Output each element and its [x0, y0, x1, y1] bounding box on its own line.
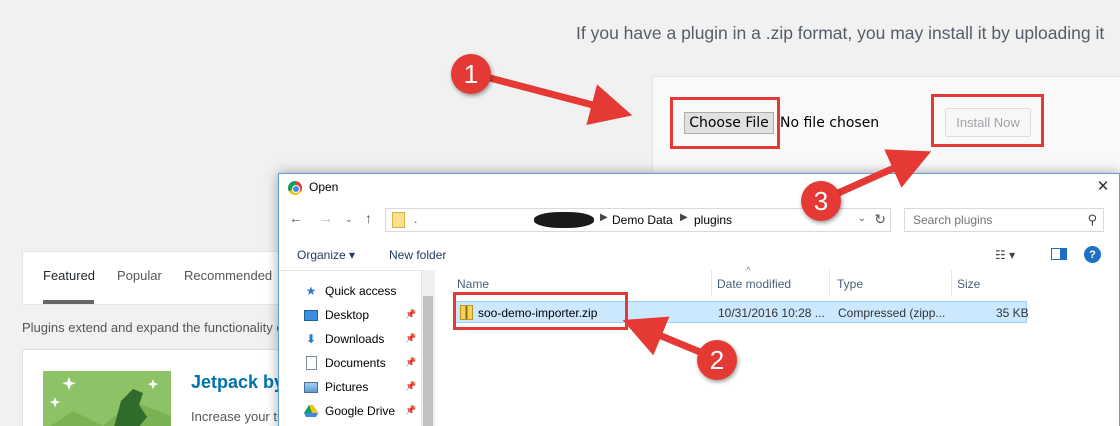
column-divider[interactable]	[711, 270, 712, 296]
refresh-icon[interactable]: ↻	[874, 211, 886, 228]
file-status: No file chosen	[780, 115, 880, 131]
active-tab-indicator	[43, 300, 94, 304]
navigation-pane: ★ Quick access Desktop ⬇ Downloads Docum…	[279, 270, 431, 426]
sidebar-item-desktop[interactable]: Desktop	[303, 305, 369, 325]
sidebar-item-label: Google Drive	[325, 404, 396, 418]
column-size[interactable]: Size	[957, 277, 980, 291]
search-input[interactable]	[905, 209, 1083, 231]
chevron-down-icon[interactable]: ⌄	[858, 213, 866, 224]
pictures-icon	[303, 380, 319, 394]
dialog-title: Open	[309, 180, 339, 194]
up-arrow-icon[interactable]: ↑	[365, 210, 372, 226]
star-icon: ★	[305, 284, 317, 298]
sidebar-item-pictures[interactable]: Pictures	[303, 377, 368, 397]
chevron-right-icon: ▶	[680, 212, 688, 223]
sidebar-item-label: Quick access	[325, 284, 397, 298]
search-icon[interactable]: ⚲	[1087, 212, 1097, 228]
open-file-dialog: Open ✕ ← → ⌄ ↑ . ▶ Demo Data ▶ plugins ⌄…	[278, 173, 1120, 426]
annotation-step-3: 3	[801, 181, 841, 221]
sidebar-item-downloads[interactable]: ⬇ Downloads	[303, 329, 384, 349]
sidebar-item-quick-access[interactable]: ★ Quick access	[303, 281, 397, 301]
annotation-box-zip-file	[453, 292, 628, 330]
annotation-box-install-now	[931, 94, 1044, 147]
file-type: Compressed (zipp...	[838, 306, 946, 320]
upload-instructions: If you have a plugin in a .zip format, y…	[576, 23, 1105, 43]
plugin-title-link[interactable]: Jetpack by	[191, 372, 284, 393]
address-path: .	[414, 212, 418, 226]
sidebar-item-documents[interactable]: Documents	[303, 353, 386, 373]
search-box[interactable]: ⚲	[904, 208, 1104, 232]
sidebar-item-google-drive[interactable]: Google Drive	[303, 401, 395, 421]
navigation-bar: ← → ⌄ ↑ . ▶ Demo Data ▶ plugins ⌄ ↻ ⚲	[279, 206, 1119, 234]
column-name[interactable]: Name	[457, 277, 489, 291]
sidebar-item-label: Downloads	[325, 332, 385, 346]
folder-icon	[392, 212, 405, 228]
dialog-titlebar: Open ✕	[279, 174, 1119, 202]
arrow-1	[489, 74, 633, 125]
organize-button[interactable]: Organize ▾	[297, 248, 355, 262]
preview-pane-icon[interactable]	[1051, 248, 1067, 260]
annotation-step-2: 2	[697, 340, 737, 380]
plugin-description: Increase your tr	[191, 409, 282, 424]
sidebar-item-label: Pictures	[325, 380, 369, 394]
tab-recommended[interactable]: Recommended	[184, 268, 272, 283]
breadcrumb-demo-data[interactable]: Demo Data	[612, 213, 673, 227]
column-type[interactable]: Type	[837, 277, 863, 291]
new-folder-button[interactable]: New folder	[389, 248, 446, 262]
nav-scrollbar-thumb[interactable]	[423, 296, 433, 426]
file-date: 10/31/2016 10:28 ...	[718, 306, 825, 320]
help-icon[interactable]: ?	[1084, 246, 1101, 263]
breadcrumb-plugins[interactable]: plugins	[694, 213, 732, 227]
tab-popular[interactable]: Popular	[117, 268, 162, 283]
close-icon[interactable]: ✕	[1093, 177, 1113, 195]
chrome-icon	[288, 181, 302, 195]
file-size: 35 KB	[996, 306, 1029, 320]
jetpack-thumbnail[interactable]	[43, 371, 171, 426]
column-divider[interactable]	[829, 270, 830, 296]
recent-chevron-icon[interactable]: ⌄	[345, 214, 353, 225]
column-divider[interactable]	[951, 270, 952, 296]
desktop-icon	[303, 308, 319, 322]
sidebar-item-label: Documents	[325, 356, 386, 370]
pin-icon: 📌	[405, 333, 417, 343]
tab-featured[interactable]: Featured	[43, 268, 95, 283]
sort-caret-icon: ^	[746, 266, 751, 277]
annotation-step-1: 1	[451, 54, 491, 94]
pin-icon: 📌	[405, 357, 417, 367]
annotation-box-choose-file	[670, 97, 780, 149]
download-icon: ⬇	[305, 332, 317, 346]
back-arrow-icon[interactable]: ←	[289, 210, 303, 226]
column-date-modified[interactable]: Date modified	[717, 277, 791, 291]
pin-icon: 📌	[405, 405, 417, 415]
command-bar: Organize ▾ New folder ☷ ▾ ?	[279, 242, 1119, 270]
view-options-icon[interactable]: ☷ ▾	[995, 248, 1015, 262]
pin-icon: 📌	[405, 381, 417, 391]
redacted-path	[534, 212, 594, 228]
pin-icon: 📌	[405, 309, 417, 319]
document-icon	[303, 356, 319, 370]
google-drive-icon	[303, 404, 319, 418]
chevron-right-icon: ▶	[600, 212, 608, 223]
plugins-description: Plugins extend and expand the functional…	[22, 320, 288, 335]
sidebar-item-label: Desktop	[325, 308, 370, 322]
forward-arrow-icon[interactable]: →	[319, 210, 333, 226]
